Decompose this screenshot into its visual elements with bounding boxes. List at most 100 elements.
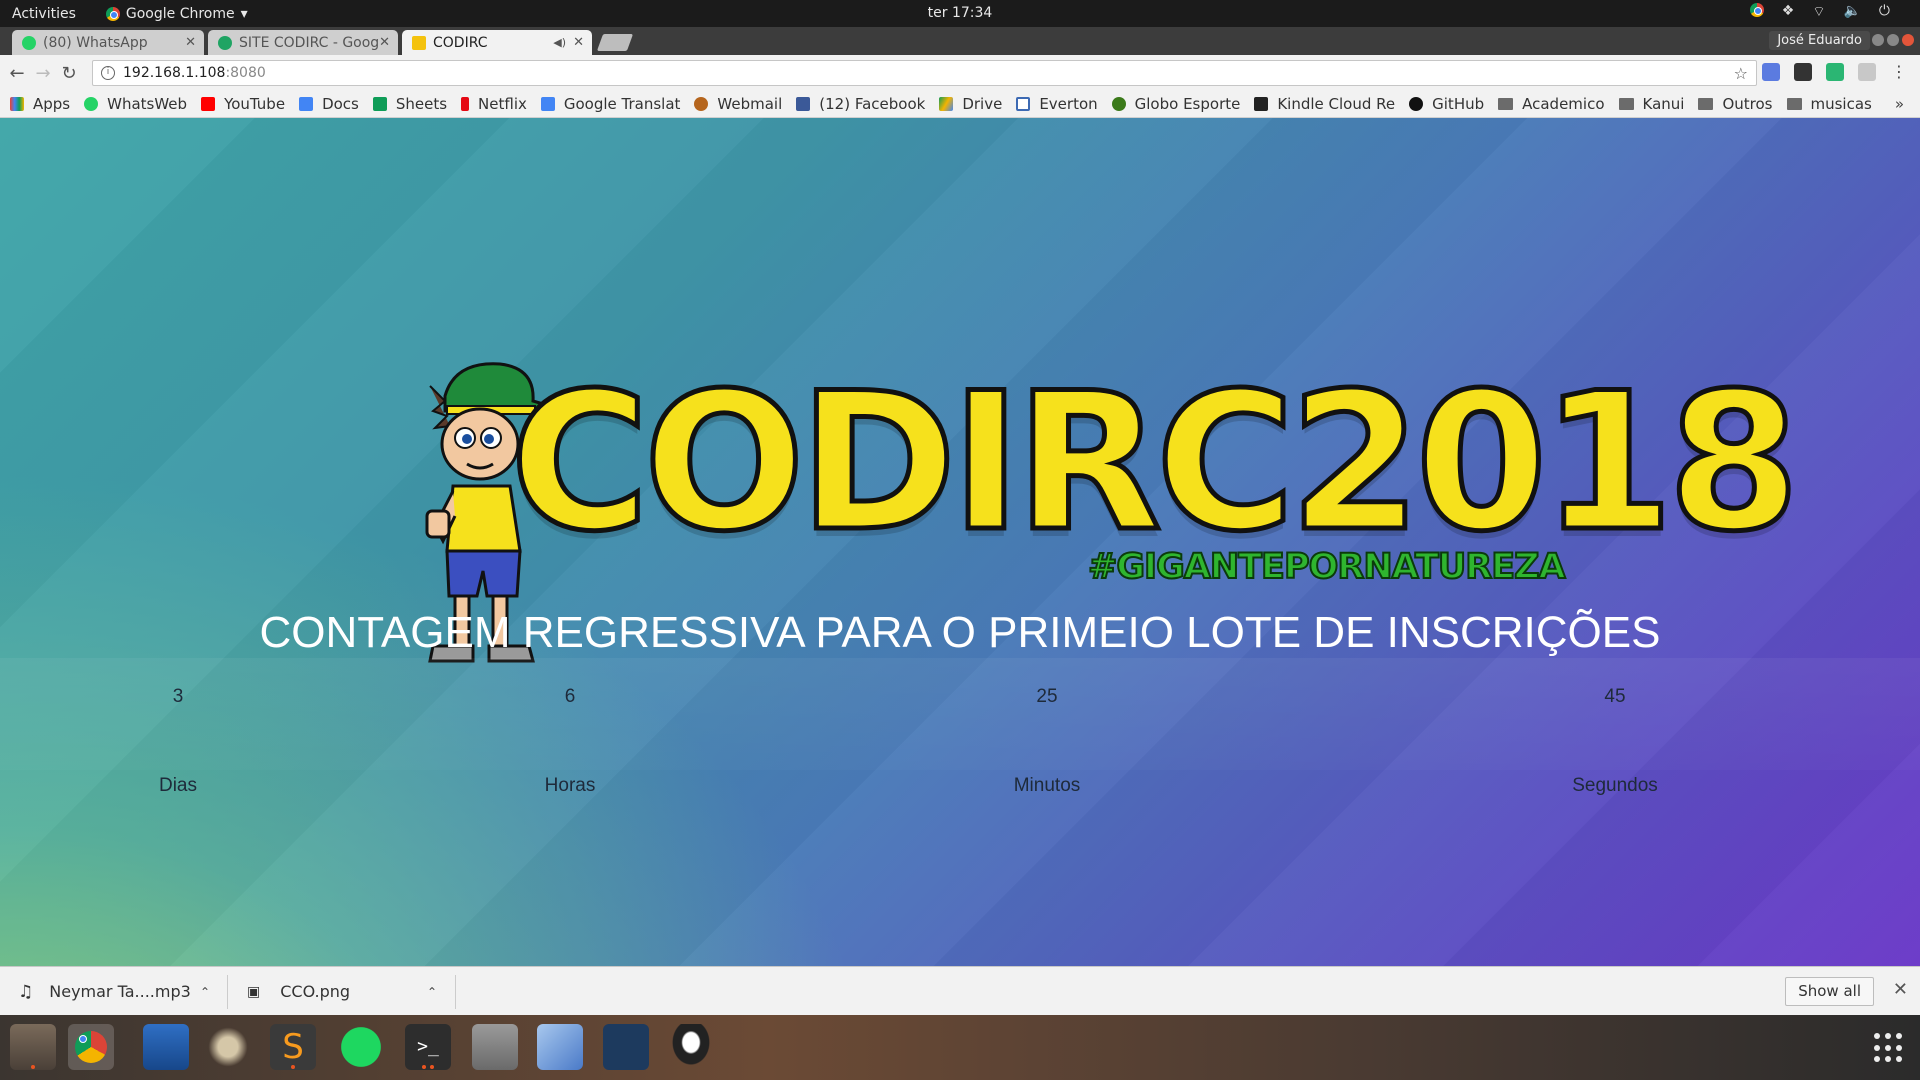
app-menu-label: Google Chrome — [125, 5, 235, 22]
bookmark-google-translate[interactable]: Google Translat — [540, 95, 680, 113]
trophy-icon — [412, 35, 426, 50]
tab-title: (80) WhatsApp — [43, 34, 148, 51]
app-menu[interactable]: Google Chrome ▾ — [105, 5, 248, 22]
gimp-icon[interactable] — [205, 1024, 251, 1070]
inkscape-icon[interactable] — [668, 1024, 714, 1070]
bookmark-kindle[interactable]: Kindle Cloud Re — [1254, 95, 1395, 113]
drive-icon — [939, 97, 954, 111]
folder-icon — [1498, 98, 1514, 110]
bookmark-folder-outros[interactable]: Outros — [1698, 95, 1773, 113]
back-icon[interactable]: ← — [4, 63, 30, 84]
close-icon[interactable]: ✕ — [379, 35, 390, 50]
chrome-menu-icon[interactable]: ⋮ — [1890, 63, 1908, 81]
download-separator — [455, 975, 456, 1009]
maximize-button[interactable] — [1887, 34, 1899, 46]
bookmark-label: Drive — [962, 95, 1003, 113]
logo-title: CODIRC2018 — [508, 352, 1803, 573]
sublime-text-icon[interactable]: S — [270, 1024, 316, 1070]
url-text: 192.168.1.108:8080 — [123, 65, 266, 81]
show-applications-icon[interactable] — [1874, 1033, 1904, 1063]
bookmark-netflix[interactable]: Netflix — [461, 95, 527, 113]
webmail-icon — [694, 97, 709, 111]
tab-whatsapp[interactable]: (80) WhatsApp ✕ — [12, 30, 204, 55]
bookmark-facebook[interactable]: (12) Facebook — [796, 95, 925, 113]
calendar-icon — [1016, 97, 1031, 111]
volume-icon[interactable]: 🔈 — [1843, 3, 1860, 21]
extension-icon[interactable] — [1826, 63, 1844, 81]
folder-icon — [1698, 98, 1714, 110]
bookmark-label: Docs — [322, 95, 359, 113]
bookmark-folder-kanui[interactable]: Kanui — [1618, 95, 1684, 113]
close-icon[interactable]: ✕ — [185, 35, 196, 50]
bookmark-github[interactable]: GitHub — [1409, 95, 1484, 113]
github-icon — [1409, 97, 1424, 111]
page-viewport: CODIRC2018 #GIGANTEPORNATUREZA CONTAGEM … — [0, 118, 1920, 966]
tab-title: SITE CODIRC - Goog — [239, 34, 380, 51]
bookmark-sheets[interactable]: Sheets — [372, 95, 447, 113]
download-shelf: ♫ Neymar Ta....mp3 ⌃ ▣ CCO.png ⌃ Show al… — [0, 966, 1920, 1015]
download-item-cco[interactable]: ▣ CCO.png ⌃ — [247, 967, 447, 1016]
mysql-workbench-icon[interactable] — [603, 1024, 649, 1070]
image-file-icon: ▣ — [247, 983, 261, 1000]
calculator-icon[interactable] — [472, 1024, 518, 1070]
bookmark-star-icon[interactable]: ☆ — [1734, 64, 1748, 83]
bookmarks-overflow-icon[interactable]: » — [1895, 95, 1904, 113]
browser-toolbar: ← → ↻ i 192.168.1.108:8080 ☆ ⋮ — [0, 55, 1920, 91]
countdown-days-label: Dias — [158, 775, 197, 796]
show-all-downloads-button[interactable]: Show all — [1785, 977, 1874, 1006]
chrome-dock-icon[interactable] — [68, 1024, 114, 1070]
bookmark-whatsweb[interactable]: WhatsWeb — [84, 95, 187, 113]
activities-button[interactable]: Activities — [12, 6, 76, 22]
forward-icon[interactable]: → — [30, 63, 56, 84]
extension-icon[interactable] — [1858, 63, 1876, 81]
folder-icon — [1618, 98, 1634, 110]
countdown-hours-label: Horas — [544, 775, 596, 796]
url-host: 192.168.1.108 — [123, 65, 226, 81]
bookmark-youtube[interactable]: YouTube — [201, 95, 285, 113]
new-tab-button[interactable] — [596, 34, 634, 51]
clock[interactable]: ter 17:34 — [0, 5, 1920, 21]
reload-icon[interactable]: ↻ — [56, 63, 82, 84]
files-icon[interactable] — [10, 1024, 56, 1070]
mail-extension-icon[interactable] — [1794, 63, 1812, 81]
tab-site-codirc[interactable]: SITE CODIRC - Goog ✕ — [208, 30, 398, 55]
bookmark-label: Globo Esporte — [1134, 95, 1241, 113]
youtube-icon — [201, 97, 216, 111]
translate-extension-icon[interactable] — [1762, 63, 1780, 81]
bookmark-globo-esporte[interactable]: Globo Esporte — [1111, 95, 1241, 113]
close-icon[interactable]: ✕ — [1893, 979, 1908, 1000]
profile-button[interactable]: José Eduardo — [1769, 31, 1870, 50]
system-tray: ❖ ⌔ 🔈 ⏻ — [1749, 3, 1890, 21]
power-icon[interactable]: ⏻ — [1879, 3, 1890, 21]
bookmark-label: (12) Facebook — [819, 95, 926, 113]
chevron-up-icon[interactable]: ⌃ — [200, 985, 210, 999]
bookmark-drive[interactable]: Drive — [939, 95, 1002, 113]
spotify-icon[interactable] — [338, 1024, 384, 1070]
wifi-icon[interactable]: ⌔ — [1812, 3, 1825, 21]
close-window-button[interactable] — [1902, 34, 1914, 46]
minimize-button[interactable] — [1872, 34, 1884, 46]
audio-playing-icon[interactable]: ◀) — [553, 36, 566, 49]
libreoffice-writer-icon[interactable] — [143, 1024, 189, 1070]
dropbox-icon[interactable]: ❖ — [1782, 3, 1795, 21]
facebook-icon — [796, 97, 811, 111]
bookmark-apps[interactable]: Apps — [10, 95, 70, 113]
address-bar[interactable]: i 192.168.1.108:8080 ☆ — [92, 60, 1757, 86]
virtualbox-icon[interactable] — [537, 1024, 583, 1070]
bookmark-everton[interactable]: Everton — [1016, 95, 1098, 113]
bookmark-label: Academico — [1522, 95, 1605, 113]
bookmark-folder-academico[interactable]: Academico — [1498, 95, 1605, 113]
bookmark-docs[interactable]: Docs — [299, 95, 359, 113]
bookmark-webmail[interactable]: Webmail — [694, 95, 782, 113]
bookmark-label: musicas — [1810, 95, 1872, 113]
translate-icon — [540, 97, 555, 111]
bookmark-folder-musicas[interactable]: musicas — [1786, 95, 1872, 113]
info-icon[interactable]: i — [101, 66, 115, 80]
chevron-up-icon[interactable]: ⌃ — [427, 985, 437, 999]
countdown-days-value: 3 — [172, 686, 184, 707]
terminal-icon[interactable]: >_ — [405, 1024, 451, 1070]
close-icon[interactable]: ✕ — [573, 35, 584, 50]
chrome-tray-icon[interactable] — [1749, 3, 1764, 17]
download-item-neymar[interactable]: ♫ Neymar Ta....mp3 ⌃ — [18, 967, 228, 1016]
tab-codirc[interactable]: CODIRC ◀) ✕ — [402, 30, 592, 55]
